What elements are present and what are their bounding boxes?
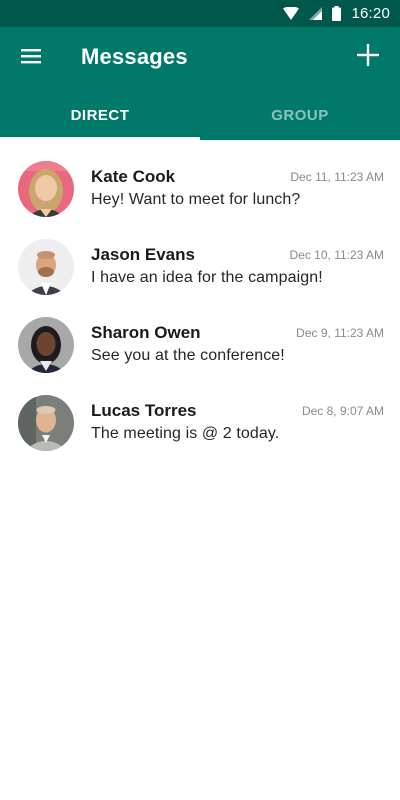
list-item[interactable]: Kate Cook Dec 11, 11:23 AM Hey! Want to …	[0, 140, 400, 218]
list-item[interactable]: Jason Evans Dec 10, 11:23 AM I have an i…	[0, 218, 400, 296]
app-bar: Messages DIRECT GROUP	[0, 27, 400, 140]
status-time: 16:20	[351, 5, 390, 22]
avatar	[18, 239, 74, 295]
message-preview: See you at the conference!	[91, 347, 285, 364]
message-preview: I have an idea for the campaign!	[91, 269, 323, 286]
contact-name: Kate Cook	[91, 167, 176, 186]
message-timestamp: Dec 10, 11:23 AM	[289, 248, 385, 262]
message-preview: The meeting is @ 2 today.	[91, 425, 280, 442]
contact-name: Jason Evans	[91, 245, 195, 264]
message-timestamp: Dec 11, 11:23 AM	[290, 170, 384, 184]
avatar	[18, 317, 74, 373]
battery-icon	[332, 6, 342, 21]
wifi-icon	[283, 7, 300, 20]
tab-group[interactable]: GROUP	[200, 90, 400, 140]
message-list: Kate Cook Dec 11, 11:23 AM Hey! Want to …	[0, 140, 400, 452]
avatar	[18, 161, 74, 217]
menu-button[interactable]	[16, 43, 46, 73]
hamburger-menu-icon	[21, 48, 41, 69]
status-bar: 16:20	[0, 0, 400, 27]
message-preview: Hey! Want to meet for lunch?	[91, 191, 301, 208]
tab-direct[interactable]: DIRECT	[0, 90, 200, 140]
avatar	[18, 395, 74, 451]
contact-name: Lucas Torres	[91, 401, 197, 420]
signal-icon	[309, 7, 323, 20]
page-title: Messages	[81, 44, 188, 69]
contact-name: Sharon Owen	[91, 323, 201, 342]
list-item[interactable]: Sharon Owen Dec 9, 11:23 AM See you at t…	[0, 296, 400, 374]
message-timestamp: Dec 8, 9:07 AM	[301, 404, 384, 418]
list-item[interactable]: Lucas Torres Dec 8, 9:07 AM The meeting …	[0, 374, 400, 452]
tab-bar: DIRECT GROUP	[0, 90, 400, 140]
new-message-button[interactable]	[352, 41, 384, 73]
message-timestamp: Dec 9, 11:23 AM	[296, 326, 384, 340]
plus-icon	[357, 43, 379, 71]
